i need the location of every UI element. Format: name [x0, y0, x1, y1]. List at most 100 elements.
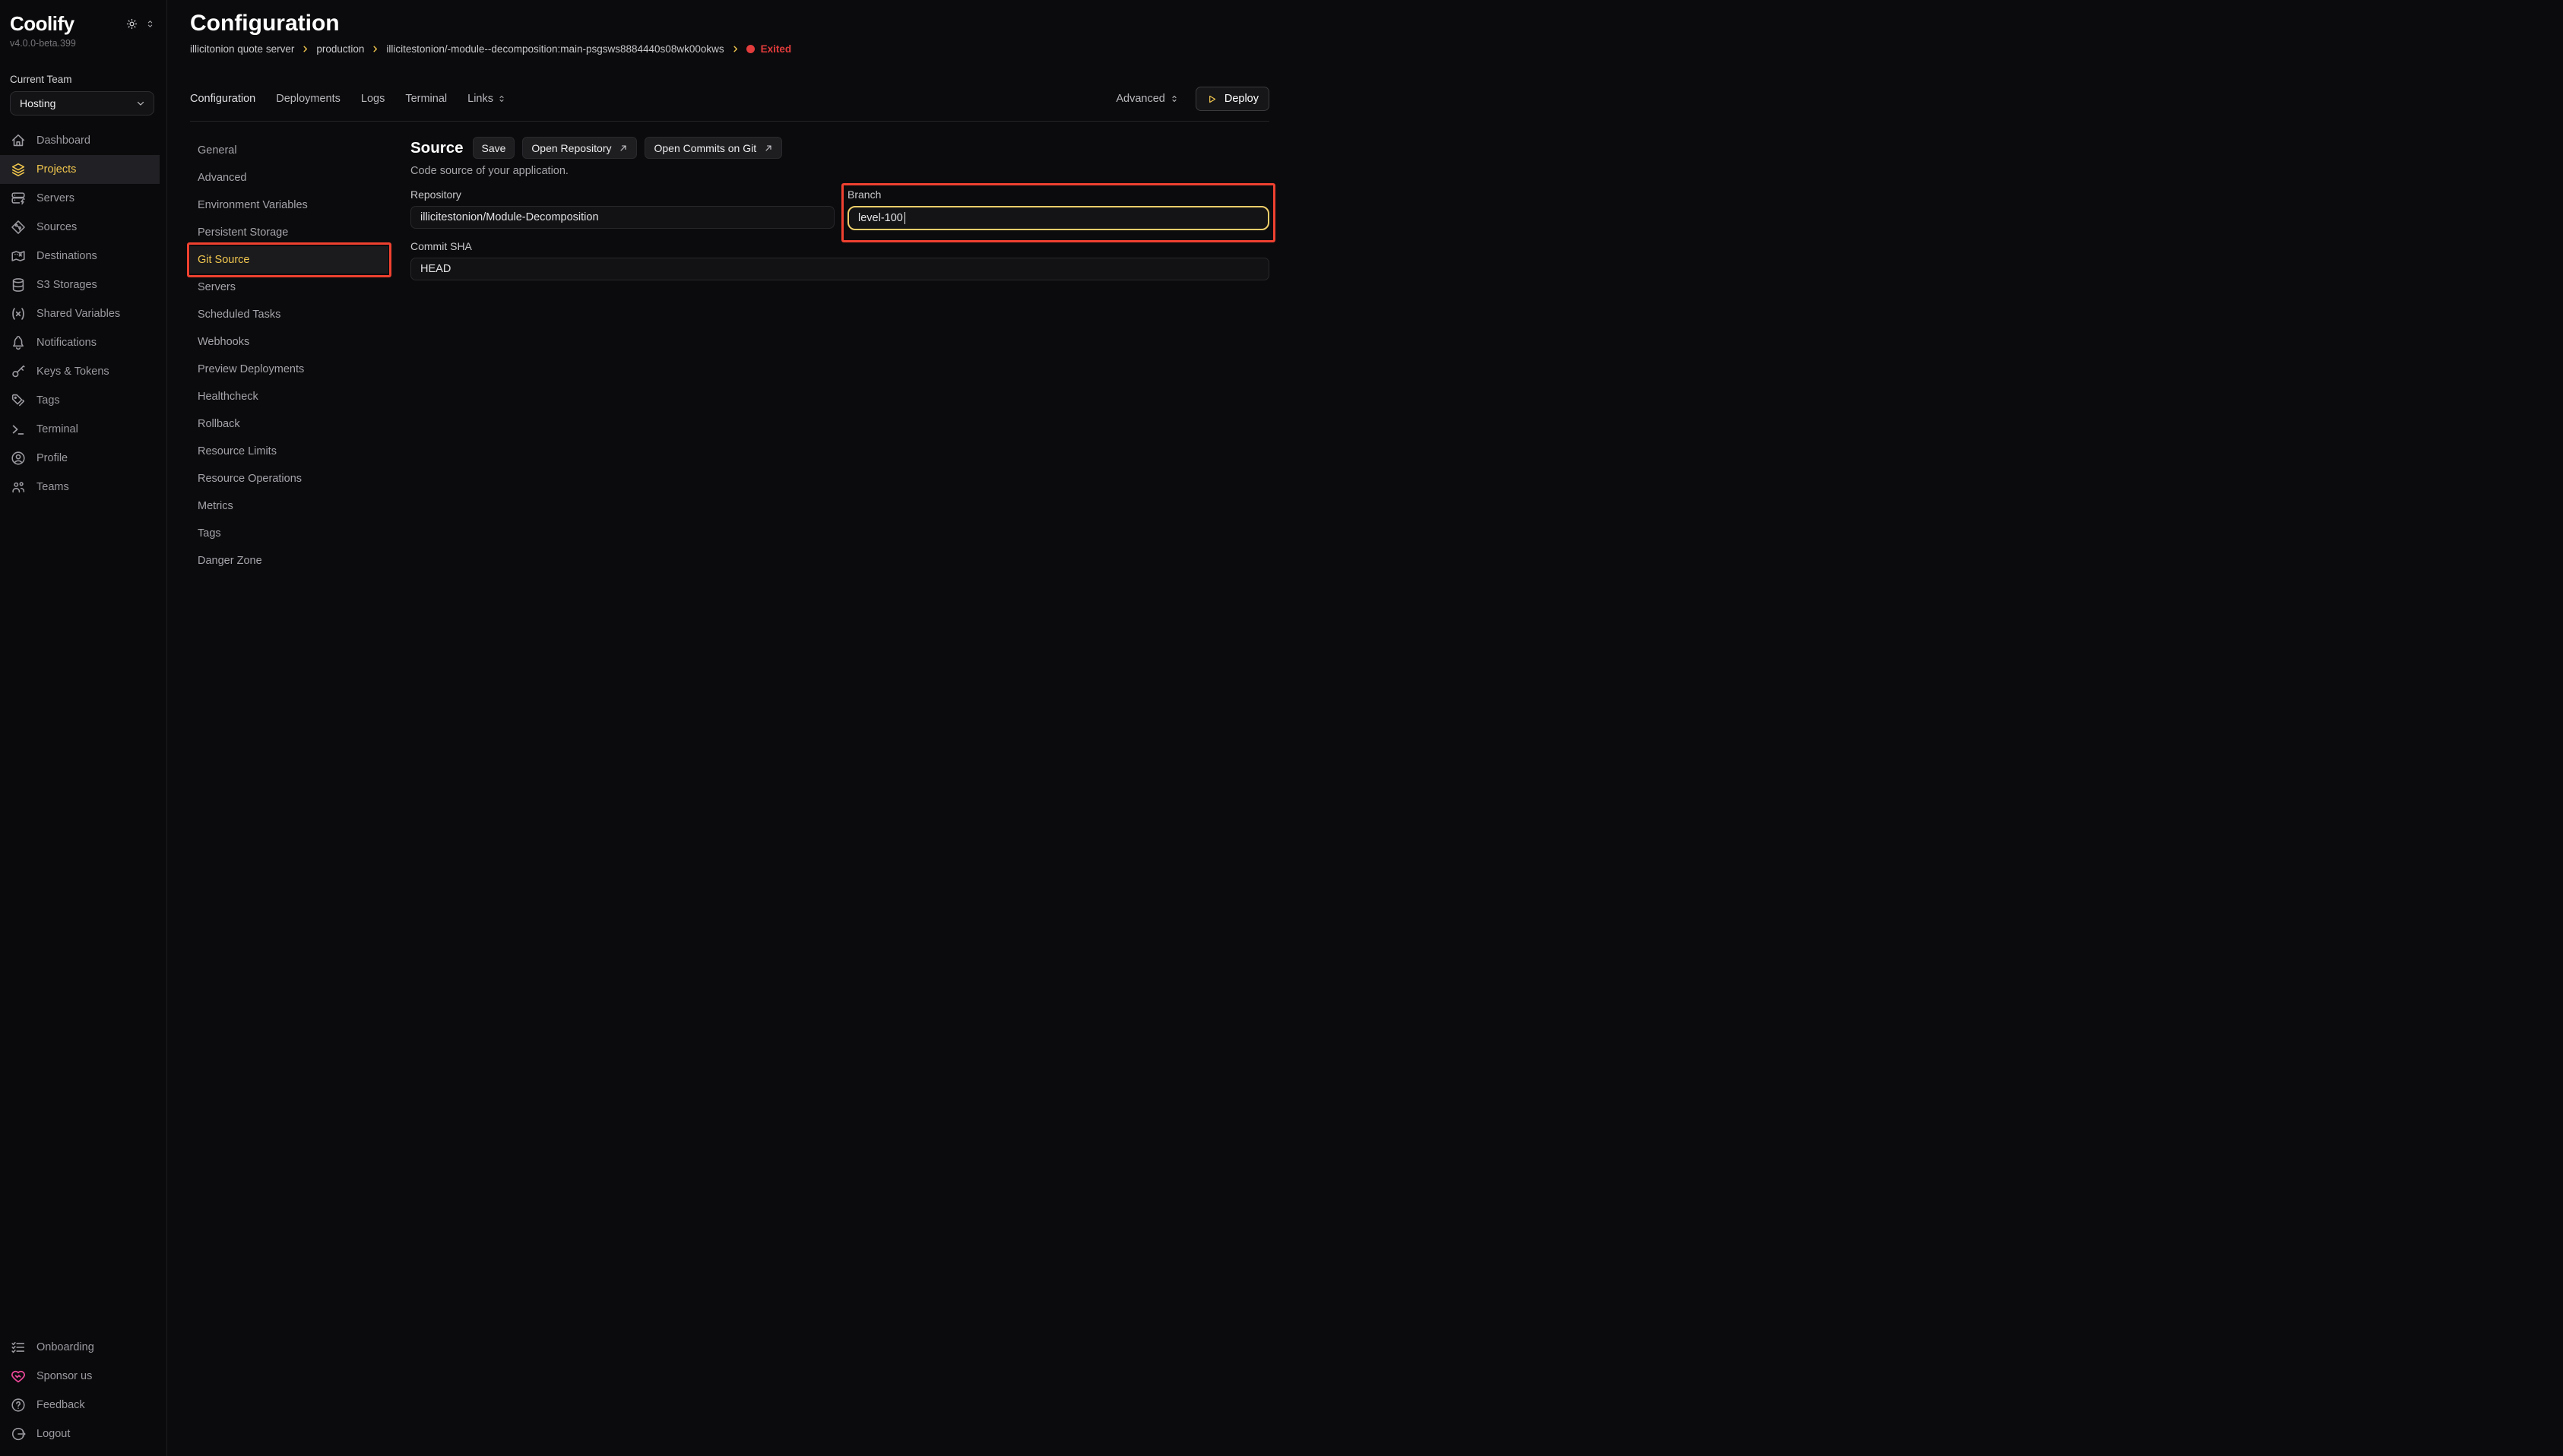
- branch-input-value: level-100: [858, 212, 903, 224]
- status-dot-icon: [746, 45, 755, 53]
- tab-links-label: Links: [467, 93, 493, 105]
- sidebar-footer: Onboarding Sponsor us Feedback Logout: [0, 1333, 166, 1448]
- subnav-item-advanced[interactable]: Advanced: [190, 164, 388, 191]
- sidebar-item-sponsor-us[interactable]: Sponsor us: [0, 1362, 166, 1391]
- layers-icon: [10, 161, 27, 178]
- subnav-item-preview-deployments[interactable]: Preview Deployments: [190, 356, 388, 383]
- sidebar-item-label: Logout: [36, 1428, 70, 1440]
- external-link-icon: [764, 144, 773, 153]
- selector-icon: [497, 94, 506, 103]
- sidebar-item-destinations[interactable]: Destinations: [0, 242, 166, 271]
- source-description: Code source of your application.: [410, 165, 1269, 177]
- advanced-dropdown[interactable]: Advanced: [1116, 93, 1179, 105]
- sidebar-item-projects[interactable]: Projects: [0, 155, 160, 184]
- open-commits-button[interactable]: Open Commits on Git: [645, 137, 782, 159]
- logout-icon: [10, 1426, 27, 1442]
- sidebar-item-sources[interactable]: Sources: [0, 213, 166, 242]
- save-button[interactable]: Save: [473, 137, 515, 159]
- deploy-label: Deploy: [1224, 93, 1259, 105]
- breadcrumb-project[interactable]: illicitonion quote server: [190, 43, 294, 55]
- sidebar-item-keys-tokens[interactable]: Keys & Tokens: [0, 357, 166, 386]
- source-section-title: Source: [410, 139, 464, 157]
- sidebar-item-profile[interactable]: Profile: [0, 444, 166, 473]
- server-icon: [10, 190, 27, 207]
- tab-links[interactable]: Links: [467, 93, 506, 105]
- subnav-item-servers[interactable]: Servers: [190, 274, 388, 301]
- status-badge: Exited: [746, 43, 792, 55]
- repository-label: Repository: [410, 188, 835, 201]
- team-select[interactable]: Hosting: [10, 91, 154, 116]
- sidebar-item-shared-variables[interactable]: Shared Variables: [0, 299, 166, 328]
- main-content: Configuration illicitonion quote server …: [167, 0, 1282, 574]
- open-repository-label: Open Repository: [531, 142, 611, 154]
- users-icon: [10, 479, 27, 495]
- sidebar-item-servers[interactable]: Servers: [0, 184, 166, 213]
- open-commits-label: Open Commits on Git: [654, 142, 756, 154]
- repository-input[interactable]: illicitestonion/Module-Decomposition: [410, 206, 835, 229]
- tab-deployments[interactable]: Deployments: [276, 93, 341, 105]
- sidebar-item-label: Keys & Tokens: [36, 366, 109, 378]
- subnav-item-resource-operations[interactable]: Resource Operations: [190, 465, 388, 492]
- external-link-icon: [619, 144, 628, 153]
- tags-icon: [10, 392, 27, 409]
- tab-logs[interactable]: Logs: [361, 93, 385, 105]
- subnav-item-tags[interactable]: Tags: [190, 520, 388, 547]
- chevron-down-icon: [135, 98, 146, 109]
- sidebar-item-teams[interactable]: Teams: [0, 473, 166, 502]
- sidebar-item-logout[interactable]: Logout: [0, 1420, 166, 1448]
- tab-terminal[interactable]: Terminal: [405, 93, 447, 105]
- subnav-item-rollback[interactable]: Rollback: [190, 410, 388, 438]
- subnav-item-general[interactable]: General: [190, 137, 388, 164]
- subnav-item-persistent-storage[interactable]: Persistent Storage: [190, 219, 388, 246]
- sidebar-item-terminal[interactable]: Terminal: [0, 415, 166, 444]
- current-team-label: Current Team: [10, 74, 157, 85]
- breadcrumb-application[interactable]: illicitestonion/-module--decomposition:m…: [386, 43, 724, 55]
- selector-icon: [1170, 94, 1179, 103]
- commit-sha-input[interactable]: HEAD: [410, 258, 1269, 280]
- deploy-button[interactable]: Deploy: [1196, 87, 1269, 111]
- team-select-value: Hosting: [20, 97, 55, 109]
- chevron-right-icon: [371, 45, 379, 53]
- sidebar-item-tags[interactable]: Tags: [0, 386, 166, 415]
- sidebar: Coolify v4.0.0-beta.399 Current Team Hos…: [0, 0, 167, 1456]
- sidebar-item-label: Sources: [36, 221, 77, 233]
- chevron-right-icon: [301, 45, 309, 53]
- sidebar-item-dashboard[interactable]: Dashboard: [0, 126, 166, 155]
- sidebar-item-label: Notifications: [36, 337, 97, 349]
- sidebar-item-label: Dashboard: [36, 135, 90, 147]
- subnav-item-git-source[interactable]: Git Source: [190, 246, 388, 274]
- subnav-item-healthcheck[interactable]: Healthcheck: [190, 383, 388, 410]
- status-text: Exited: [761, 43, 792, 55]
- subnav-item-environment-variables[interactable]: Environment Variables: [190, 191, 388, 219]
- branch-label: Branch: [847, 188, 1269, 201]
- sidebar-item-label: Destinations: [36, 250, 97, 262]
- heart-handshake-icon: [10, 1368, 27, 1385]
- open-repository-button[interactable]: Open Repository: [522, 137, 637, 159]
- sidebar-item-label: Sponsor us: [36, 1370, 92, 1382]
- sidebar-item-feedback[interactable]: Feedback: [0, 1391, 166, 1420]
- subnav-item-danger-zone[interactable]: Danger Zone: [190, 547, 388, 574]
- user-circle-icon: [10, 450, 27, 467]
- repository-field-group: Repository illicitestonion/Module-Decomp…: [410, 188, 835, 230]
- branch-input[interactable]: level-100: [847, 206, 1269, 230]
- subnav-item-webhooks[interactable]: Webhooks: [190, 328, 388, 356]
- save-label: Save: [482, 142, 506, 154]
- map-icon: [10, 248, 27, 264]
- tab-configuration[interactable]: Configuration: [190, 93, 255, 105]
- sun-icon[interactable]: [125, 17, 138, 30]
- app-logo[interactable]: Coolify: [10, 12, 74, 36]
- source-form: Repository illicitestonion/Module-Decomp…: [410, 188, 1269, 280]
- sidebar-item-s3-storages[interactable]: S3 Storages: [0, 271, 166, 299]
- theme-selector-icon[interactable]: [145, 19, 155, 29]
- subnav-item-scheduled-tasks[interactable]: Scheduled Tasks: [190, 301, 388, 328]
- sidebar-item-label: Tags: [36, 394, 60, 407]
- sidebar-item-onboarding[interactable]: Onboarding: [0, 1333, 166, 1362]
- subnav-item-resource-limits[interactable]: Resource Limits: [190, 438, 388, 465]
- subnav-item-metrics[interactable]: Metrics: [190, 492, 388, 520]
- breadcrumb-environment[interactable]: production: [316, 43, 364, 55]
- page-title: Configuration: [190, 11, 1269, 36]
- config-subnav: General Advanced Environment Variables P…: [190, 137, 388, 574]
- sidebar-item-notifications[interactable]: Notifications: [0, 328, 166, 357]
- branch-field-group: Branch level-100: [847, 188, 1269, 230]
- sidebar-item-label: Terminal: [36, 423, 78, 435]
